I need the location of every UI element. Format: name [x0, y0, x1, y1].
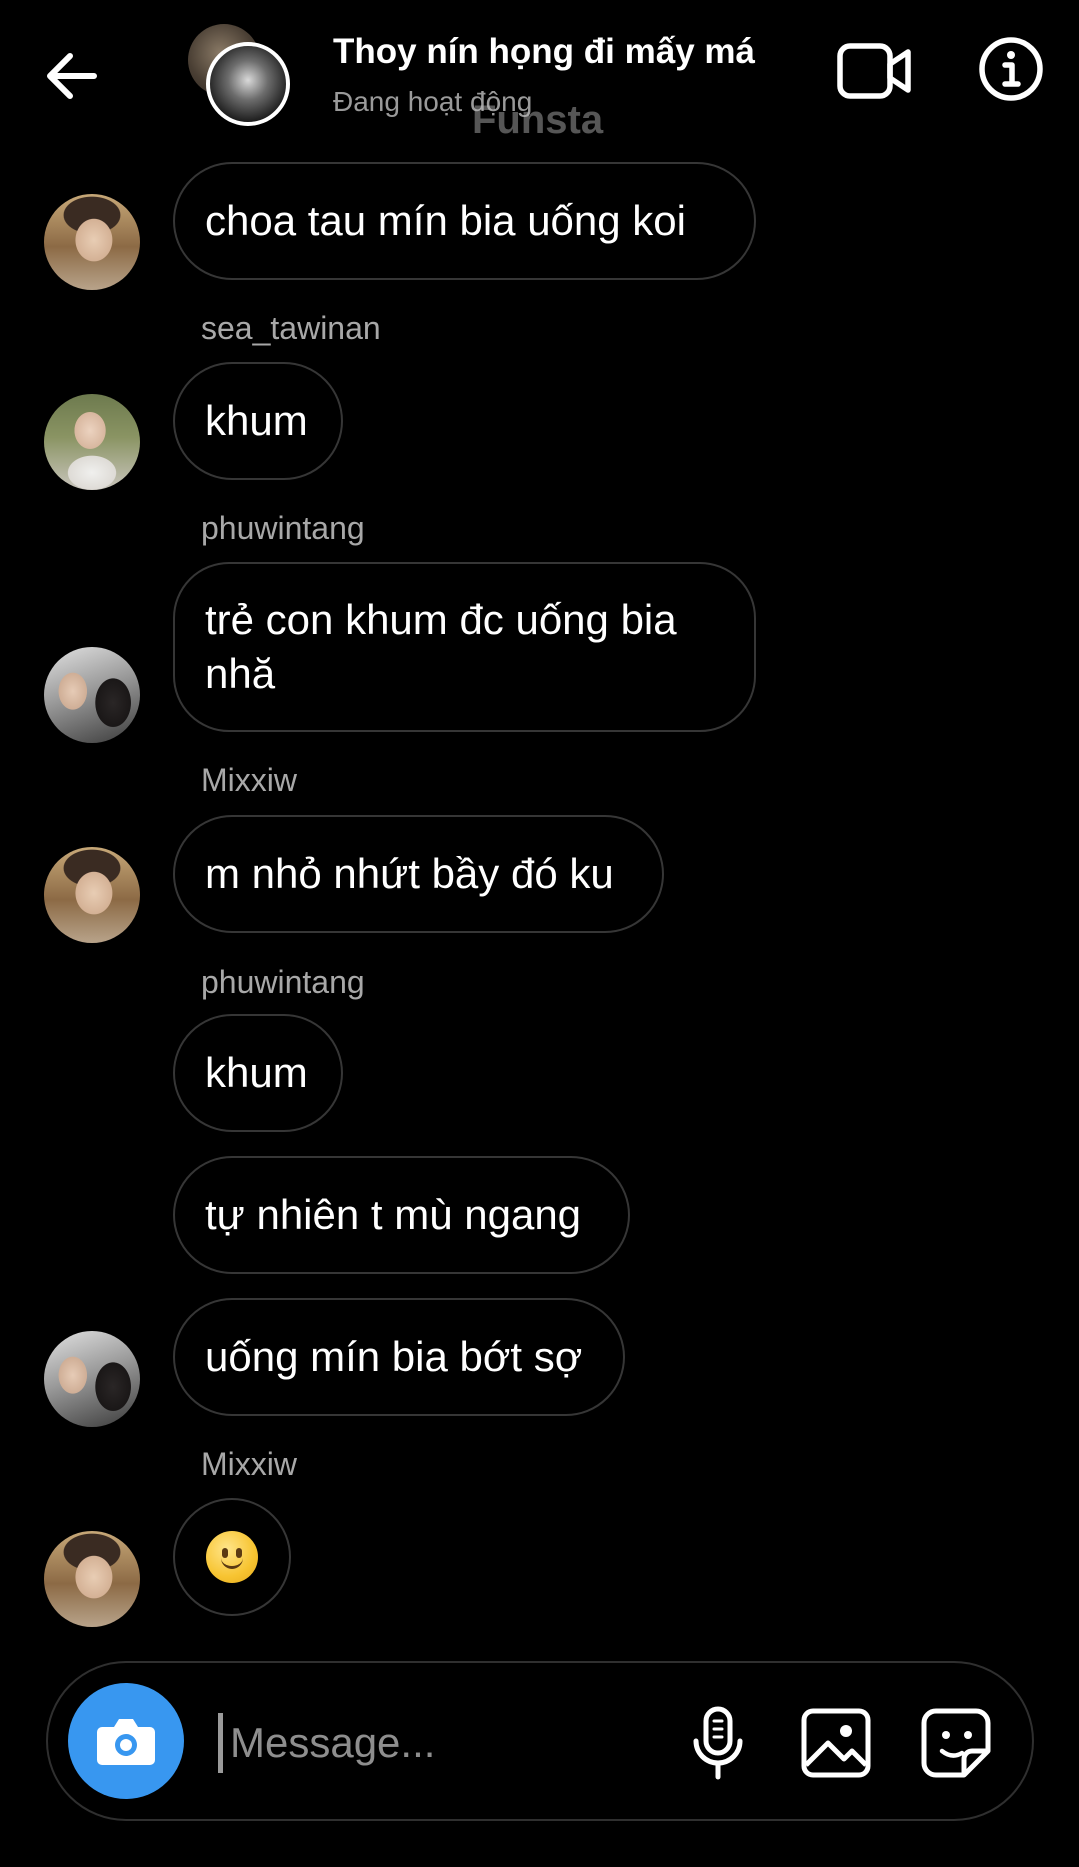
sender-name: phuwintang [201, 510, 365, 546]
info-icon [979, 37, 1043, 101]
message-bubble[interactable] [173, 1498, 291, 1616]
message-bubble[interactable]: trẻ con khum đc uống bia nhă [173, 562, 756, 732]
sender-name: Mixxiw [201, 762, 297, 798]
microphone-icon [693, 1706, 743, 1780]
sticker-icon [921, 1708, 991, 1778]
message-text: m nhỏ nhứt bầy đó ku [205, 850, 614, 897]
avatar[interactable] [44, 647, 140, 743]
sticker-button[interactable] [916, 1703, 996, 1783]
info-button[interactable] [978, 36, 1044, 102]
chat-header: Thoy nín họng đi mấy má Đang hoạt động F… [0, 0, 1079, 155]
voice-message-button[interactable] [680, 1703, 756, 1783]
camera-button[interactable] [68, 1683, 184, 1799]
message-text: uống mín bia bớt sợ [205, 1333, 583, 1380]
avatar[interactable] [44, 394, 140, 490]
message-text: tự nhiên t mù ngang [205, 1191, 582, 1238]
group-avatar-front [206, 42, 290, 126]
sender-name: phuwintang [201, 964, 365, 1000]
chat-title[interactable]: Thoy nín họng đi mấy má [333, 32, 755, 72]
message-bubble[interactable]: khum [173, 362, 343, 480]
avatar[interactable] [44, 847, 140, 943]
back-button[interactable] [42, 48, 102, 104]
message-text: khum [205, 1049, 308, 1096]
avatar[interactable] [44, 1531, 140, 1627]
arrow-left-icon [47, 53, 97, 99]
video-call-button[interactable] [836, 40, 914, 102]
message-text: trẻ con khum đc uống bia nhă [205, 596, 677, 697]
message-composer [46, 1661, 1034, 1821]
avatar[interactable] [44, 194, 140, 290]
camera-icon [97, 1719, 155, 1765]
message-text: choa tau mín bia uống koi [205, 197, 686, 244]
gallery-icon [801, 1708, 871, 1778]
message-text: khum [205, 397, 308, 444]
watermark: Funsta [472, 98, 604, 142]
video-camera-icon [837, 43, 911, 99]
group-avatar[interactable] [188, 24, 292, 128]
avatar[interactable] [44, 1331, 140, 1427]
gallery-button[interactable] [796, 1703, 876, 1783]
message-bubble[interactable]: m nhỏ nhứt bầy đó ku [173, 815, 664, 933]
sender-name: Mixxiw [201, 1446, 297, 1482]
message-input[interactable] [218, 1701, 700, 1785]
message-bubble[interactable]: khum [173, 1014, 343, 1132]
message-bubble[interactable]: tự nhiên t mù ngang [173, 1156, 630, 1274]
message-bubble[interactable]: choa tau mín bia uống koi [173, 162, 756, 280]
message-bubble[interactable]: uống mín bia bớt sợ [173, 1298, 625, 1416]
slightly-smiling-face-icon [206, 1531, 258, 1583]
sender-name: sea_tawinan [201, 310, 381, 346]
